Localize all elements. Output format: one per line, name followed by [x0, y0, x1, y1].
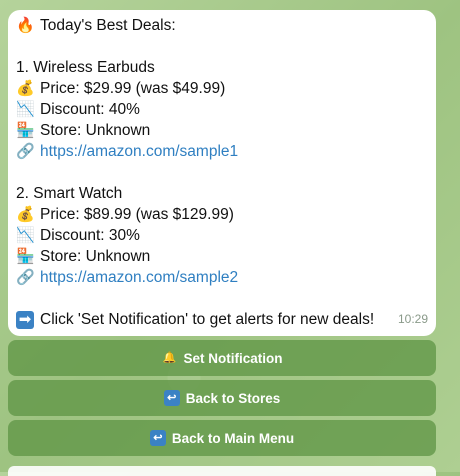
message-time: 10:29: [397, 312, 428, 326]
back-to-stores-button[interactable]: ↩ Back to Stores: [8, 380, 436, 416]
money-bag-icon: 💰: [16, 79, 35, 97]
return-arrow-icon: ↩: [149, 430, 166, 446]
bell-icon: 🔔: [162, 352, 177, 364]
deal-link-row: 🔗 https://amazon.com/sample2: [16, 267, 428, 288]
back-to-stores-label: Back to Stores: [185, 390, 281, 406]
header-text: Today's Best Deals:: [40, 17, 176, 34]
set-notification-label: Set Notification: [183, 350, 283, 366]
deal-title: 1. Wireless Earbuds: [16, 59, 155, 76]
link-icon: 🔗: [16, 142, 35, 160]
message-footer: ➡ Click 'Set Notification' to get alerts…: [16, 309, 428, 330]
deal-link-row: 🔗 https://amazon.com/sample1: [16, 141, 428, 162]
robot-store-icon: 🏪: [16, 247, 35, 265]
chart-decreasing-icon: 📉: [16, 100, 35, 118]
robot-store-icon: 🏪: [16, 121, 35, 139]
message-header: 🔥 Today's Best Deals:: [16, 15, 428, 36]
back-to-main-menu-button[interactable]: ↩ Back to Main Menu: [8, 420, 436, 456]
deal-store: 🏪 Store: Unknown: [16, 247, 151, 266]
deal-price: 💰 Price: $89.99 (was $129.99): [16, 205, 234, 224]
deal-link[interactable]: https://amazon.com/sample2: [40, 267, 238, 288]
message-bubble: 🔥 Today's Best Deals: 1. Wireless Earbud…: [8, 10, 436, 336]
link-icon: 🔗: [16, 268, 35, 286]
input-bar-edge: [8, 466, 436, 476]
back-to-main-menu-label: Back to Main Menu: [171, 430, 295, 446]
return-arrow-icon: ↩: [163, 390, 180, 406]
money-bag-icon: 💰: [16, 205, 35, 223]
right-arrow-icon: ➡: [16, 310, 34, 329]
set-notification-button[interactable]: 🔔 Set Notification: [8, 340, 436, 376]
deal-discount: 📉 Discount: 30%: [16, 226, 140, 245]
fire-icon: 🔥: [16, 16, 35, 34]
deal-title: 2. Smart Watch: [16, 185, 123, 202]
chart-decreasing-icon: 📉: [16, 226, 35, 244]
deal-price: 💰 Price: $29.99 (was $49.99): [16, 79, 226, 98]
deal-store: 🏪 Store: Unknown: [16, 121, 151, 140]
deal-link[interactable]: https://amazon.com/sample1: [40, 141, 238, 162]
deal-discount: 📉 Discount: 40%: [16, 100, 140, 119]
